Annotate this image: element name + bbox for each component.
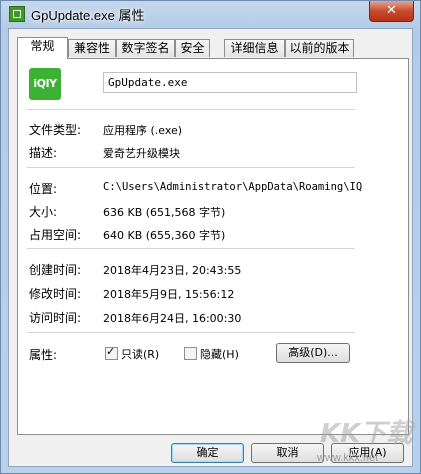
cancel-button[interactable]: 取消 — [251, 443, 324, 463]
description-label: 描述: — [29, 146, 58, 160]
accessed-value: 2018年6月24日, 16:00:30 — [103, 312, 242, 325]
close-button[interactable]: ✕ — [369, 1, 414, 22]
tab-previous-versions[interactable]: 以前的版本 — [285, 39, 354, 57]
size-label: 大小: — [29, 205, 58, 219]
watermark-url: www.kkx.net — [317, 452, 379, 464]
tab-general[interactable]: 常规 — [17, 37, 68, 59]
tab-details[interactable]: 详细信息 — [224, 39, 285, 57]
modified-label: 修改时间: — [29, 287, 82, 301]
created-value: 2018年4月23日, 20:43:55 — [103, 264, 242, 277]
advanced-button[interactable]: 高级(D)... — [276, 343, 350, 363]
properties-window: GpUpdate.exe 属性 ✕ 常规 兼容性 数字签名 安全 详细信息 以前… — [0, 0, 421, 474]
readonly-label: 只读(R) — [121, 348, 160, 361]
location-value: C:\Users\Administrator\AppData\Roaming\I… — [103, 181, 363, 193]
kk-watermark-logo: KK下载 — [320, 419, 413, 449]
file-type-label: 文件类型: — [29, 123, 82, 137]
modified-value: 2018年5月9日, 15:56:12 — [103, 288, 235, 301]
disk-size-label: 占用空间: — [29, 228, 82, 242]
readonly-checkbox[interactable]: 只读(R) — [105, 345, 160, 361]
checkbox-unchecked-icon[interactable] — [184, 347, 197, 360]
general-tab-panel: iQIY GpUpdate.exe 文件类型: 应用程序 (.exe) 描述: … — [17, 58, 409, 435]
attributes-label: 属性: — [29, 348, 58, 362]
divider — [27, 109, 355, 110]
tab-security[interactable]: 安全 — [175, 39, 210, 57]
disk-size-value: 640 KB (655,360 字节) — [103, 229, 226, 242]
description-value: 爱奇艺升级模块 — [103, 147, 180, 160]
iqiyi-app-icon: iQIY — [29, 68, 61, 100]
title-bar[interactable]: GpUpdate.exe 属性 ✕ — [1, 1, 420, 27]
size-value: 636 KB (651,568 字节) — [103, 206, 226, 219]
app-title-icon — [9, 6, 25, 22]
hidden-checkbox[interactable]: 隐藏(H) — [184, 347, 239, 361]
filename-field[interactable]: GpUpdate.exe — [103, 72, 357, 93]
dialog-client-area: 常规 兼容性 数字签名 安全 详细信息 以前的版本 iQIY GpUpdate.… — [8, 28, 413, 467]
tab-compatibility[interactable]: 兼容性 — [68, 39, 116, 57]
hidden-label: 隐藏(H) — [200, 348, 239, 361]
file-type-value: 应用程序 (.exe) — [103, 124, 183, 137]
created-label: 创建时间: — [29, 263, 82, 277]
divider — [27, 332, 355, 333]
checkbox-checked-icon[interactable] — [105, 345, 118, 360]
location-label: 位置: — [29, 182, 58, 196]
accessed-label: 访问时间: — [29, 311, 82, 325]
window-title: GpUpdate.exe 属性 — [31, 8, 145, 23]
ok-button[interactable]: 确定 — [171, 443, 244, 463]
divider — [27, 167, 355, 168]
tab-digital-signatures[interactable]: 数字签名 — [116, 39, 175, 57]
divider — [27, 248, 355, 249]
